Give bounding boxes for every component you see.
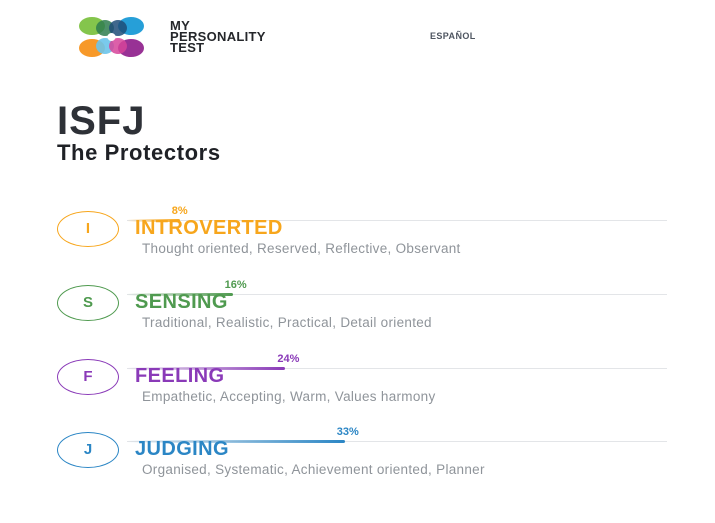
trait-letter: I — [85, 220, 91, 237]
personality-type-code: ISFJ — [57, 99, 146, 143]
personality-type-name: The Protectors — [57, 140, 221, 165]
trait-title: FEELING — [135, 365, 225, 387]
trait-title: JUDGING — [135, 438, 229, 460]
trait-description: Thought oriented, Reserved, Reflective, … — [142, 241, 461, 256]
trait-percent: 33% — [336, 426, 359, 438]
brand-name[interactable]: MY PERSONALITY TEST — [170, 19, 266, 54]
trait-percent: 24% — [277, 353, 300, 365]
logo-center — [107, 33, 116, 41]
trait-description: Traditional, Realistic, Practical, Detai… — [142, 315, 432, 330]
trait-letter: F — [83, 368, 93, 385]
language-link[interactable]: ESPAÑOL — [430, 31, 476, 41]
trait-letter: S — [82, 294, 93, 311]
trait-letter: J — [83, 441, 93, 458]
trait-description: Organised, Systematic, Achievement orien… — [142, 462, 485, 477]
trait-description: Empathetic, Accepting, Warm, Values harm… — [142, 389, 436, 404]
trait-judging: 33% J JUDGING Organised, Systematic, Ach… — [57, 426, 667, 502]
trait-feeling: 24% F FEELING Empathetic, Accepting, War… — [57, 353, 667, 429]
trait-title: INTROVERTED — [135, 217, 283, 239]
trait-title: SENSING — [135, 291, 228, 313]
brand-logo[interactable] — [72, 14, 152, 60]
trait-percent: 16% — [224, 279, 247, 291]
trait-sensing: 16% S SENSING Traditional, Realistic, Pr… — [57, 279, 667, 355]
trait-introverted: 8% I INTROVERTED Thought oriented, Reser… — [57, 205, 667, 281]
